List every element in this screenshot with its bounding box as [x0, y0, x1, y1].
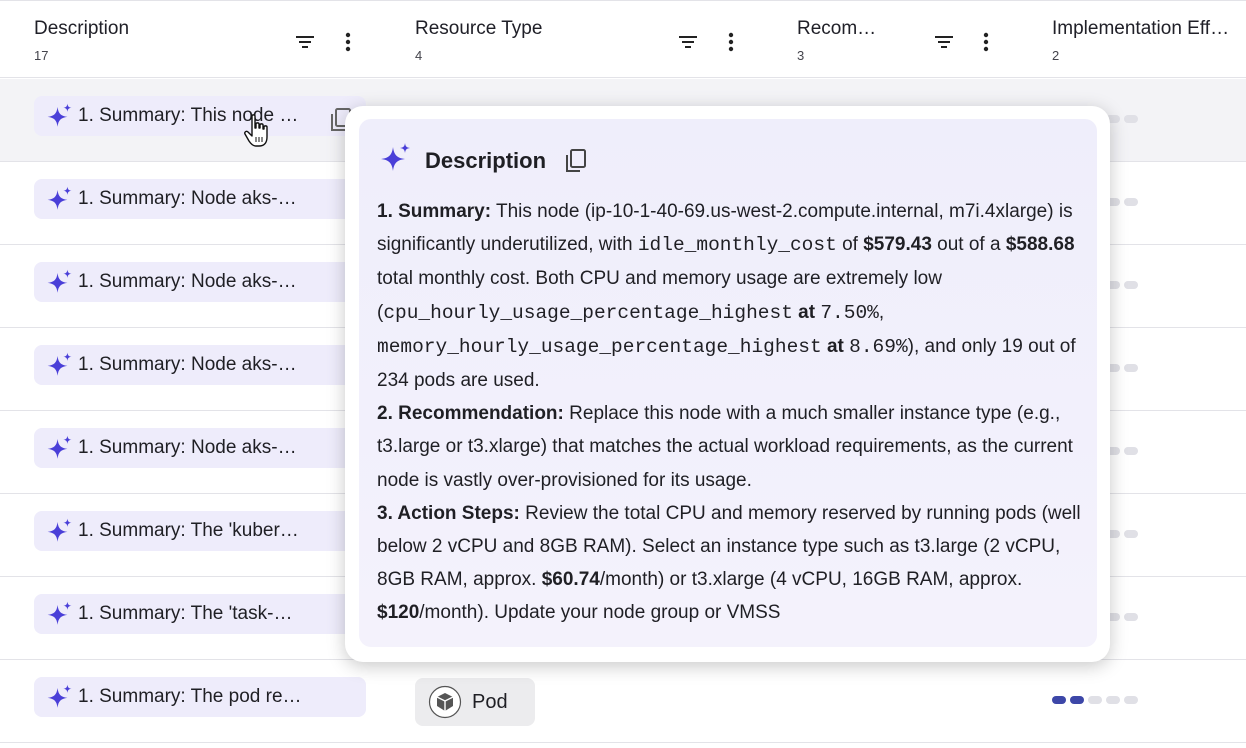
text: /month) or t3.xlarge (4 vCPU, 16GB RAM, … — [599, 569, 1023, 591]
effort-dot — [1106, 696, 1120, 704]
summary-paragraph: 1. Summary: This node (ip-10-1-40-69.us-… — [377, 195, 1089, 397]
description-chip[interactable]: 1. Summary: The 'kuber… — [34, 511, 366, 551]
text: at — [821, 335, 850, 357]
effort-dot — [1124, 530, 1138, 538]
cost-value: $579.43 — [863, 234, 932, 256]
text: of — [836, 234, 864, 256]
column-title: Recom… — [797, 18, 877, 39]
resource-type-label: Pod — [472, 690, 508, 713]
sparkle-icon — [44, 350, 76, 380]
text: out of a — [931, 234, 1006, 256]
effort-dot — [1124, 447, 1138, 455]
action-steps-label: 3. Action Steps: — [377, 502, 520, 524]
sparkle-icon — [44, 516, 76, 546]
code: 8.69% — [849, 335, 908, 358]
sparkle-icon — [44, 101, 76, 131]
effort-dot — [1052, 696, 1066, 704]
effort-dot — [1088, 696, 1102, 704]
description-summary: 1. Summary: The 'task-… — [78, 603, 293, 624]
column-header-recommendation[interactable]: Recom… 3 — [797, 1, 997, 79]
description-chip[interactable]: 1. Summary: This node … — [34, 96, 366, 136]
description-chip[interactable]: 1. Summary: Node aks-… — [34, 345, 366, 385]
description-popover: Description 1. Summary: This node (ip-10… — [345, 106, 1110, 662]
cost-value: $120 — [377, 602, 420, 624]
description-chip[interactable]: 1. Summary: The 'task-… — [34, 594, 366, 634]
popover-title: Description — [425, 147, 547, 173]
text: /month). Update your node group or VMSS — [419, 602, 781, 624]
column-count: 3 — [797, 48, 805, 63]
filter-icon[interactable] — [677, 31, 699, 53]
cost-value: $588.68 — [1005, 234, 1075, 256]
description-summary: 1. Summary: Node aks-… — [78, 188, 297, 209]
column-count: 2 — [1052, 48, 1060, 63]
column-title: Description — [34, 18, 130, 39]
table-row[interactable]: 1. Summary: The pod re… Pod — [0, 660, 1246, 743]
code: memory_hourly_usage_percentage_highest — [377, 335, 822, 358]
description-summary: 1. Summary: Node aks-… — [78, 354, 297, 375]
more-vertical-icon[interactable] — [337, 31, 359, 53]
effort-dot — [1124, 696, 1138, 704]
sparkle-icon — [44, 433, 76, 463]
code: cpu_hourly_usage_percentage_highest — [383, 301, 793, 324]
effort-dot — [1070, 696, 1084, 704]
effort-dot — [1124, 115, 1138, 123]
table-header: Description 17 Resource Type 4 Recom… 3 — [0, 0, 1246, 78]
description-chip[interactable]: 1. Summary: The pod re… — [34, 677, 366, 717]
column-title: Resource Type — [415, 18, 543, 39]
description-summary: 1. Summary: The 'kuber… — [78, 520, 299, 541]
description-summary: 1. Summary: Node aks-… — [78, 437, 297, 458]
description-chip[interactable]: 1. Summary: Node aks-… — [34, 428, 366, 468]
recommendation-paragraph: 2. Recommendation: Replace this node wit… — [377, 397, 1089, 497]
popover-header: Description — [379, 141, 588, 180]
effort-dot — [1124, 364, 1138, 372]
cost-value: $60.74 — [541, 569, 600, 591]
column-count: 17 — [34, 48, 49, 63]
sparkle-icon — [379, 141, 413, 180]
text: , — [878, 301, 885, 323]
column-count: 4 — [415, 48, 423, 63]
description-chip[interactable]: 1. Summary: Node aks-… — [34, 179, 366, 219]
sparkle-icon — [44, 682, 76, 712]
description-chip[interactable]: 1. Summary: Node aks-… — [34, 262, 366, 302]
effort-dot — [1124, 198, 1138, 206]
description-summary: 1. Summary: The pod re… — [78, 686, 302, 707]
popover-body: 1. Summary: This node (ip-10-1-40-69.us-… — [377, 195, 1089, 630]
hand-cursor-icon — [243, 113, 273, 151]
sparkle-icon — [44, 599, 76, 629]
more-vertical-icon[interactable] — [975, 31, 997, 53]
sparkle-icon — [44, 267, 76, 297]
filter-icon[interactable] — [294, 31, 316, 53]
summary-label: 1. Summary: — [377, 201, 492, 222]
text: at — [792, 301, 821, 323]
more-vertical-icon[interactable] — [720, 31, 742, 53]
resource-type-chip[interactable]: Pod — [415, 678, 535, 726]
code: 7.50% — [820, 301, 879, 324]
effort-dot — [1124, 281, 1138, 289]
effort-dot — [1124, 613, 1138, 621]
copy-icon[interactable] — [564, 148, 588, 174]
description-summary: 1. Summary: Node aks-… — [78, 271, 297, 292]
column-header-implementation-effort[interactable]: Implementation Eff… 2 — [1052, 1, 1246, 79]
popover-content: Description 1. Summary: This node (ip-10… — [359, 119, 1097, 647]
filter-icon[interactable] — [933, 31, 955, 53]
code: idle_monthly_cost — [637, 234, 837, 257]
column-title: Implementation Eff… — [1052, 18, 1230, 39]
pod-icon — [428, 685, 462, 719]
action-steps-paragraph: 3. Action Steps: Review the total CPU an… — [377, 497, 1089, 630]
recommendation-label: 2. Recommendation: — [377, 403, 564, 425]
effort-indicator — [1052, 696, 1138, 704]
sparkle-icon — [44, 184, 76, 214]
